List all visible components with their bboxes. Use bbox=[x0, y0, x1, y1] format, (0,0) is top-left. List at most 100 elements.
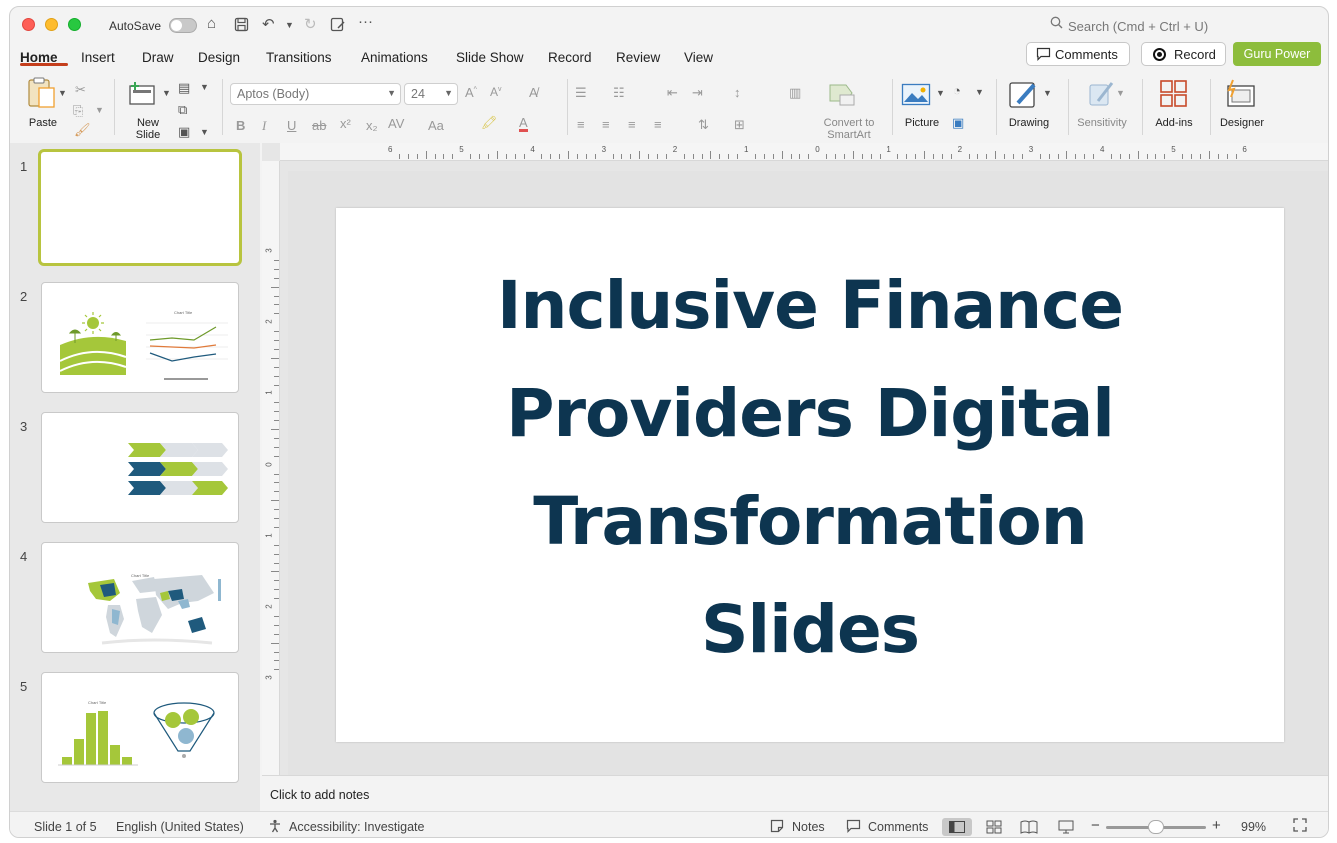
tab-view[interactable]: View bbox=[684, 50, 713, 65]
tab-animations[interactable]: Animations bbox=[361, 50, 428, 65]
italic-icon[interactable]: I bbox=[262, 118, 266, 134]
more-icon[interactable]: ··· bbox=[358, 13, 373, 30]
undo-icon[interactable]: ↶ bbox=[262, 15, 275, 33]
cut-icon[interactable]: ✂ bbox=[75, 82, 86, 98]
tab-record[interactable]: Record bbox=[548, 50, 592, 65]
accessibility-status[interactable]: Accessibility: Investigate bbox=[289, 820, 424, 834]
paste-dropdown-icon[interactable]: ▼ bbox=[58, 88, 67, 98]
picture-icon[interactable] bbox=[901, 83, 931, 112]
tab-insert[interactable]: Insert bbox=[81, 50, 115, 65]
decrease-font-icon[interactable]: Av bbox=[490, 85, 502, 99]
notes-toggle[interactable]: Notes bbox=[792, 820, 825, 834]
tab-design[interactable]: Design bbox=[198, 50, 240, 65]
undo-dropdown-icon[interactable]: ▼ bbox=[285, 20, 294, 30]
zoom-slider-handle[interactable] bbox=[1148, 820, 1164, 834]
zoom-level[interactable]: 99% bbox=[1241, 820, 1266, 834]
save-icon[interactable] bbox=[234, 17, 249, 36]
zoom-window-button[interactable] bbox=[68, 18, 81, 31]
tab-slide-show[interactable]: Slide Show bbox=[456, 50, 524, 65]
superscript-icon[interactable]: x² bbox=[340, 116, 351, 131]
tab-transitions[interactable]: Transitions bbox=[266, 50, 332, 65]
change-case-icon[interactable]: Aa bbox=[428, 118, 444, 133]
smartart-icon[interactable] bbox=[828, 83, 858, 112]
fit-to-window-icon[interactable] bbox=[1293, 818, 1307, 835]
clear-formatting-icon[interactable]: A̸ bbox=[529, 85, 538, 100]
autosave-toggle[interactable] bbox=[169, 18, 197, 33]
strikethrough-icon[interactable]: ab bbox=[312, 118, 326, 133]
align-center-icon[interactable]: ≡ bbox=[602, 117, 610, 132]
section-dropdown-icon[interactable]: ▼ bbox=[200, 127, 209, 137]
columns-icon[interactable]: ▥ bbox=[789, 85, 801, 101]
picture-dropdown-icon[interactable]: ▼ bbox=[936, 88, 945, 98]
slide-title[interactable]: Inclusive Finance Providers Digital Tran… bbox=[426, 252, 1194, 684]
bold-icon[interactable]: B bbox=[236, 118, 245, 133]
slide-thumbnail-1[interactable] bbox=[38, 149, 242, 266]
reset-icon[interactable]: ⧉ bbox=[178, 102, 187, 118]
shapes-dropdown-icon[interactable]: ▼ bbox=[975, 87, 984, 97]
numbering-icon[interactable]: ☷ bbox=[613, 85, 625, 101]
normal-view-button[interactable] bbox=[942, 818, 972, 836]
tab-review[interactable]: Review bbox=[616, 50, 660, 65]
guru-power-button[interactable]: Guru Power bbox=[1233, 42, 1321, 66]
language-status[interactable]: English (United States) bbox=[116, 820, 244, 834]
bullets-icon[interactable]: ☰ bbox=[575, 85, 587, 101]
layout-dropdown-icon[interactable]: ▼ bbox=[200, 82, 209, 92]
underline-icon[interactable]: U bbox=[287, 118, 296, 133]
line-spacing-icon[interactable]: ↕ bbox=[734, 85, 741, 100]
horizontal-ruler[interactable]: 6 5 4 3 2 1 0 1 2 3 4 5 6 bbox=[280, 143, 1328, 161]
close-window-button[interactable] bbox=[22, 18, 35, 31]
increase-indent-icon[interactable]: ⇥ bbox=[692, 85, 703, 101]
textbox-icon[interactable]: ▣ bbox=[952, 115, 964, 131]
character-spacing-icon[interactable]: AV bbox=[388, 116, 404, 131]
decrease-indent-icon[interactable]: ⇤ bbox=[667, 85, 678, 101]
vertical-ruler[interactable]: 3 2 1 0 1 2 3 bbox=[262, 161, 280, 775]
sensitivity-dropdown-icon[interactable]: ▼ bbox=[1116, 88, 1125, 98]
font-color-icon[interactable]: A bbox=[519, 116, 528, 132]
drawing-dropdown-icon[interactable]: ▼ bbox=[1043, 88, 1052, 98]
designer-icon[interactable] bbox=[1225, 79, 1257, 114]
slide-thumbnail-2[interactable]: Chart Title bbox=[41, 282, 239, 393]
font-size-select[interactable]: 24 ▼ bbox=[404, 83, 458, 105]
sensitivity-icon[interactable] bbox=[1086, 79, 1116, 114]
zoom-out-button[interactable]: − bbox=[1091, 817, 1100, 834]
section-icon[interactable]: ▣ bbox=[178, 124, 190, 140]
zoom-in-button[interactable]: + bbox=[1212, 817, 1221, 834]
comments-toggle[interactable]: Comments bbox=[868, 820, 928, 834]
new-slide-icon[interactable] bbox=[127, 81, 157, 112]
new-slide-dropdown-icon[interactable]: ▼ bbox=[162, 88, 171, 98]
record-button[interactable]: Record bbox=[1141, 42, 1226, 66]
minimize-window-button[interactable] bbox=[45, 18, 58, 31]
accessibility-icon[interactable] bbox=[268, 819, 282, 836]
layout-icon[interactable]: ▤ bbox=[178, 80, 190, 96]
slide-thumbnail-5[interactable]: Chart Title bbox=[41, 672, 239, 783]
addins-icon[interactable] bbox=[1159, 79, 1189, 114]
customize-icon[interactable] bbox=[330, 17, 346, 36]
comments-button[interactable]: Comments bbox=[1026, 42, 1130, 66]
font-name-select[interactable]: Aptos (Body) ▼ bbox=[230, 83, 401, 105]
align-left-icon[interactable]: ≡ bbox=[577, 117, 585, 132]
align-right-icon[interactable]: ≡ bbox=[628, 117, 636, 132]
tab-draw[interactable]: Draw bbox=[142, 50, 174, 65]
slideshow-view-button[interactable] bbox=[1051, 818, 1081, 836]
redo-icon[interactable]: ↻ bbox=[304, 15, 317, 33]
notes-icon[interactable] bbox=[770, 819, 784, 836]
comment-icon[interactable] bbox=[846, 819, 861, 836]
drawing-icon[interactable] bbox=[1008, 79, 1040, 114]
paste-icon[interactable] bbox=[25, 76, 59, 115]
current-slide[interactable]: Inclusive Finance Providers Digital Tran… bbox=[336, 208, 1284, 742]
highlight-icon[interactable]: 🖍 bbox=[481, 115, 498, 131]
justify-icon[interactable]: ≡ bbox=[654, 117, 662, 132]
slide-thumbnail-3[interactable] bbox=[41, 412, 239, 523]
copy-icon[interactable]: ⎘ bbox=[73, 103, 83, 119]
subscript-icon[interactable]: x₂ bbox=[366, 118, 378, 133]
home-icon[interactable]: ⌂ bbox=[207, 15, 216, 32]
reading-view-button[interactable] bbox=[1014, 818, 1044, 836]
format-painter-icon[interactable]: 🖌 bbox=[74, 122, 91, 138]
slide-thumbnail-4[interactable]: Chart Title bbox=[41, 542, 239, 653]
search-input[interactable]: Search (Cmd + Ctrl + U) bbox=[1068, 19, 1208, 34]
text-direction-icon[interactable]: ⇅ bbox=[698, 117, 709, 133]
increase-font-icon[interactable]: A^ bbox=[465, 85, 477, 100]
shapes-icon[interactable]: ◔ bbox=[953, 83, 961, 98]
slide-sorter-button[interactable] bbox=[979, 818, 1009, 836]
align-text-icon[interactable]: ⊞ bbox=[734, 117, 745, 133]
